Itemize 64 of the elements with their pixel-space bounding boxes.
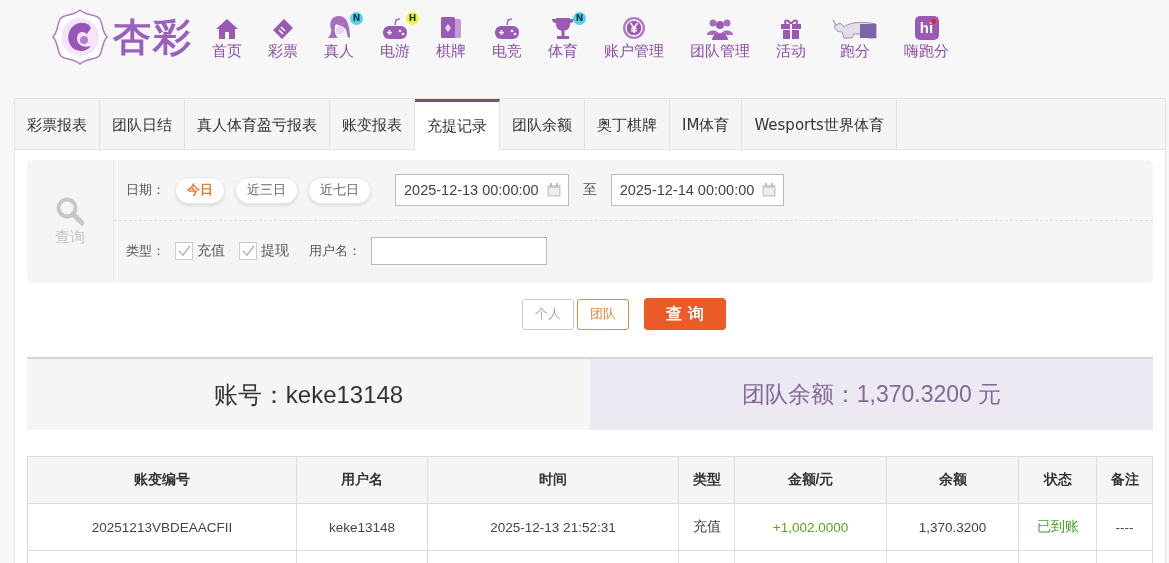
team-balance-text: 团队余额：1,370.3200 元 (741, 380, 1002, 409)
calendar-icon (546, 183, 561, 197)
type-checkbox[interactable]: 充值 (175, 242, 225, 260)
table-cell: 已到账 (1018, 503, 1097, 551)
checkmark-icon (240, 243, 256, 259)
cards-icon (439, 16, 463, 40)
new-badge: N (350, 12, 363, 25)
gift-icon (780, 18, 802, 40)
nav-item[interactable]: 跑分 (819, 14, 891, 61)
trophy-icon (551, 16, 575, 40)
search-icon (55, 196, 85, 226)
gamepad-icon (382, 18, 408, 40)
table-cell: 充值 (678, 503, 735, 551)
column-header: 账变编号 (27, 456, 297, 504)
table-cell: 2025-12-13 21:52:31 (427, 503, 679, 551)
nav-item[interactable]: 团队管理 (677, 14, 763, 61)
new-badge: H (406, 12, 419, 25)
username-input[interactable] (371, 237, 547, 265)
calendar-icon (762, 183, 777, 197)
rhino-icon (832, 18, 878, 40)
nav-item[interactable]: 彩票 (255, 14, 311, 61)
nav-item[interactable]: N 真人 (311, 14, 367, 61)
column-header: 类型 (678, 456, 735, 504)
table-cell: ---- (1096, 503, 1153, 551)
date-preset-button[interactable]: 近三日 (235, 176, 298, 204)
column-header: 备注 (1096, 456, 1153, 504)
date-label: 日期： (126, 181, 165, 199)
table-cell: keke13148 (296, 503, 428, 551)
hi-app-icon: hi (914, 16, 939, 40)
nav-item[interactable]: 棋牌 (423, 14, 479, 61)
report-tab[interactable]: 充提记录 (415, 99, 500, 150)
column-header: 金额/元 (734, 456, 887, 504)
start-date-field[interactable]: 2025-12-13 00:00:00 (395, 174, 569, 206)
account-text: 账号：keke13148 (213, 379, 404, 410)
type-label: 类型： (126, 242, 165, 260)
type-checkbox[interactable]: 提现 (239, 242, 289, 260)
yen-coin-icon (622, 16, 646, 40)
username-label: 用户名： (309, 242, 361, 260)
logo-icon (51, 8, 109, 66)
column-header: 时间 (427, 456, 679, 504)
date-preset-button[interactable]: 近七日 (308, 176, 371, 204)
woman-icon (326, 14, 352, 40)
column-header: 状态 (1018, 456, 1097, 504)
table-cell: 1,370.3200 (886, 503, 1019, 551)
nav-item[interactable]: H 电游 (367, 14, 423, 61)
nav-item[interactable]: 首页 (199, 14, 255, 61)
nav-item[interactable]: 活动 (763, 14, 819, 61)
checkmark-icon (176, 243, 192, 259)
nav-item[interactable]: 账户管理 (591, 14, 677, 61)
column-header: 余额 (886, 456, 1019, 504)
new-badge: N (573, 12, 586, 25)
table-cell: +1,002.0000 (734, 503, 887, 551)
end-date-field[interactable]: 2025-12-14 00:00:00 (610, 174, 785, 206)
nav-item[interactable]: 电竞 (479, 14, 535, 61)
gamepad-icon (494, 18, 520, 40)
nav-item[interactable]: hi 嗨跑分 (891, 14, 962, 61)
team-icon (706, 18, 734, 40)
logo-text[interactable]: 杏彩 (113, 11, 193, 63)
table-cell: 20251213VBDEAACFII (27, 503, 297, 551)
column-header: 用户名 (296, 456, 428, 504)
home-icon (215, 18, 239, 40)
range-separator: 至 (582, 181, 597, 199)
nav-item[interactable]: N 体育 (535, 14, 591, 61)
ticket-icon (272, 18, 294, 40)
